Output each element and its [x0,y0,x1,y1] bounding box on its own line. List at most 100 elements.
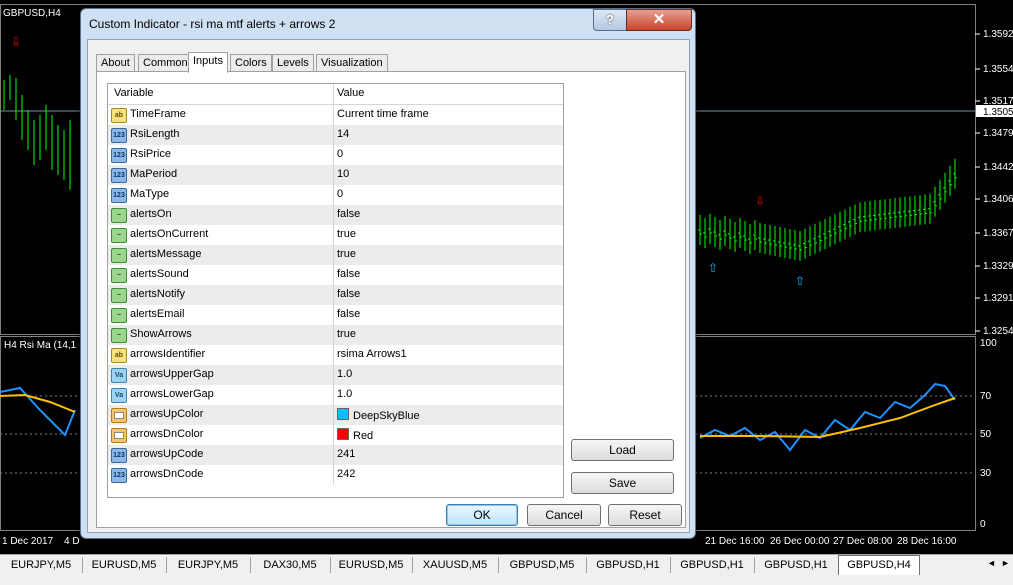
color-name: DeepSkyBlue [353,410,420,422]
variable-value[interactable]: true [337,228,356,240]
symbol-tabbar: EURJPY,M5 EURUSD,M5 EURJPY,M5 DAX30,M5 EURUS… [0,554,1013,576]
help-button[interactable]: ? [593,9,627,31]
table-row[interactable]: arrowsDnColor Red [108,425,563,445]
load-button[interactable]: Load [571,439,674,461]
table-row[interactable]: ~ alertsEmail false [108,305,563,325]
symbol-tab[interactable]: GBPUSD,H4 [838,555,920,576]
variable-value[interactable]: 241 [337,448,355,460]
column-header-variable[interactable]: Variable [114,87,154,99]
symbol-tab[interactable]: XAUUSD,M5 [412,557,499,573]
variable-name: alertsOn [130,208,172,220]
variable-value[interactable]: 14 [337,128,349,140]
boolean-type-icon: ~ [111,268,127,283]
variable-name: RsiLength [130,128,180,140]
symbol-tab[interactable]: GBPUSD,M5 [498,557,587,573]
reset-button[interactable]: Reset [608,504,682,526]
variable-value[interactable]: rsima Arrows1 [337,348,407,360]
current-price-label: 1.35051 [983,107,1013,118]
tab-about[interactable]: About [96,54,135,72]
table-row[interactable]: 123 arrowsUpCode 241 [108,445,563,465]
variable-name: RsiPrice [130,148,171,160]
table-row[interactable]: 123 RsiLength 14 [108,125,563,145]
variable-value[interactable]: false [337,288,360,300]
table-row[interactable]: ~ alertsSound false [108,265,563,285]
symbol-tab[interactable]: GBPUSD,H1 [754,557,839,573]
variable-value[interactable]: 242 [337,468,355,480]
table-row[interactable]: ~ alertsOnCurrent true [108,225,563,245]
down-arrow-icon: ⇩ [11,35,21,49]
inputs-grid: Variable Value ab TimeFrame Current time f… [107,83,564,498]
table-row[interactable]: ~ alertsNotify false [108,285,563,305]
variable-value[interactable]: false [337,208,360,220]
table-row[interactable]: ~ alertsMessage true [108,245,563,265]
indicator-label: H4 Rsi Ma (14,1 [4,340,77,351]
variable-name: arrowsDnCode [130,468,204,480]
column-header-value[interactable]: Value [337,87,364,99]
tab-inputs[interactable]: Inputs [188,52,228,73]
table-row[interactable]: arrowsUpColor DeepSkyBlue [108,405,563,425]
variable-name: alertsEmail [130,308,185,320]
symbol-tab[interactable]: EURUSD,M5 [82,557,167,573]
close-button[interactable]: ✕ [626,9,692,31]
symbol-tab[interactable]: EURJPY,M5 [0,557,83,573]
price-tick-label: 1.35925 [983,29,1013,40]
symbol-tab[interactable]: DAX30,M5 [250,557,331,573]
up-arrow-icon: ⇧ [795,274,805,288]
price-tick-label: 1.32546 [983,326,1013,337]
price-tick-label: 1.33676 [983,228,1013,239]
table-row[interactable]: ~ alertsOn false [108,205,563,225]
variable-name: MaType [130,188,170,200]
variable-value[interactable]: Current time frame [337,108,429,120]
table-row[interactable]: ab arrowsIdentifier rsima Arrows1 [108,345,563,365]
tabs-right-arrow-icon[interactable]: ► [1001,558,1010,568]
variable-value[interactable]: true [337,328,356,340]
variable-value[interactable]: DeepSkyBlue [337,408,420,422]
tab-common[interactable]: Common [138,54,193,72]
table-row[interactable]: 123 RsiPrice 0 [108,145,563,165]
table-row[interactable]: 123 MaPeriod 10 [108,165,563,185]
tab-visualization[interactable]: Visualization [316,54,388,72]
variable-value[interactable]: 1.0 [337,388,352,400]
variable-value[interactable]: 1.0 [337,368,352,380]
integer-type-icon: 123 [111,448,127,463]
variable-value[interactable]: false [337,268,360,280]
variable-value[interactable]: Red [337,428,373,442]
date-tick-label: 1 Dec 2017 [2,536,54,547]
table-row[interactable]: 123 arrowsDnCode 242 [108,465,563,485]
variable-name: arrowsIdentifier [130,348,206,360]
table-row[interactable]: ~ ShowArrows true [108,325,563,345]
variable-value[interactable]: 10 [337,168,349,180]
symbol-tab[interactable]: GBPUSD,H1 [670,557,755,573]
date-tick-label: 26 Dec 00:00 [770,536,830,547]
tabs-left-arrow-icon[interactable]: ◄ [987,558,996,568]
date-tick-label: 28 Dec 16:00 [897,536,957,547]
variable-value[interactable]: false [337,308,360,320]
down-arrow-icon: ⇩ [755,194,765,208]
integer-type-icon: 123 [111,168,127,183]
rsi-tick-label: 50 [980,429,992,440]
variable-name: arrowsUpColor [130,408,204,420]
integer-type-icon: 123 [111,468,127,483]
symbol-tab[interactable]: EURJPY,M5 [166,557,251,573]
tab-colors[interactable]: Colors [230,54,272,72]
table-row[interactable]: 123 MaType 0 [108,185,563,205]
variable-value[interactable]: 0 [337,188,343,200]
tab-levels[interactable]: Levels [272,54,314,72]
symbol-tab[interactable]: GBPUSD,H1 [586,557,671,573]
cancel-button[interactable]: Cancel [527,504,601,526]
table-row[interactable]: Va arrowsUpperGap 1.0 [108,365,563,385]
save-button[interactable]: Save [571,472,674,494]
price-tick-label: 1.34425 [983,162,1013,173]
rsi-tick-label: 0 [980,519,986,530]
variable-name: arrowsUpperGap [130,368,214,380]
boolean-type-icon: ~ [111,308,127,323]
variable-name: ShowArrows [130,328,192,340]
variable-value[interactable]: 0 [337,148,343,160]
ok-button[interactable]: OK [446,504,518,526]
variable-name: TimeFrame [130,108,186,120]
table-row[interactable]: Va arrowsLowerGap 1.0 [108,385,563,405]
symbol-tab[interactable]: EURUSD,M5 [330,557,413,573]
table-row[interactable]: ab TimeFrame Current time frame [108,105,563,125]
variable-value[interactable]: true [337,248,356,260]
double-type-icon: Va [111,388,127,403]
